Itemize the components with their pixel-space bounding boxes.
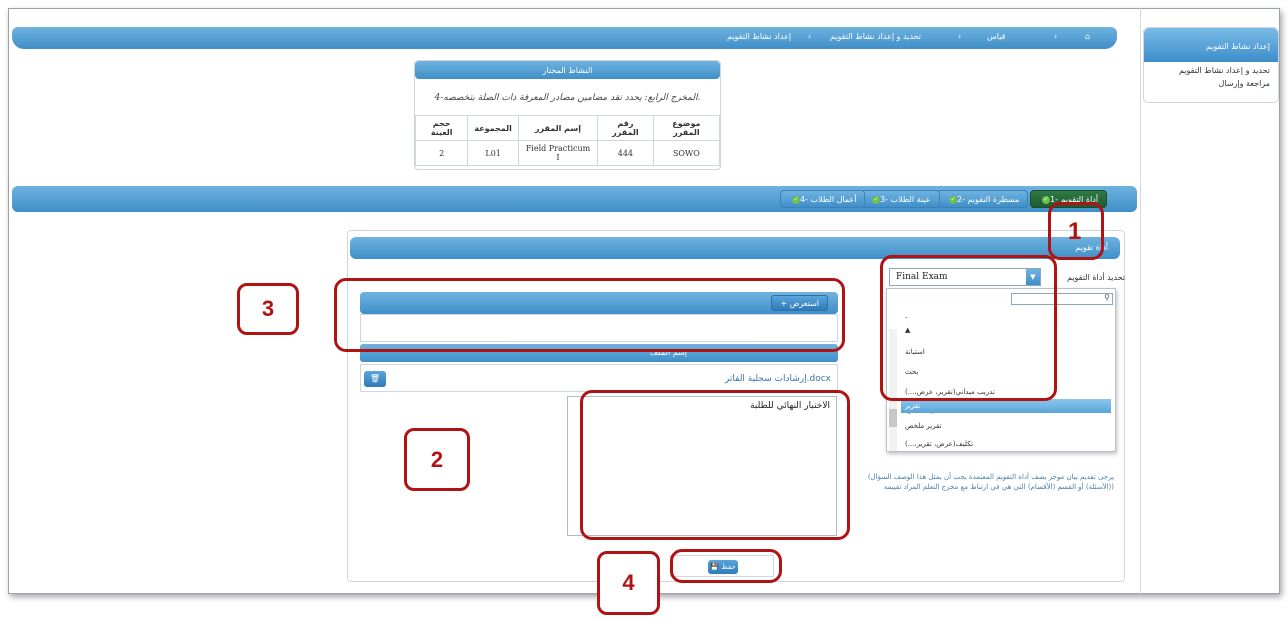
table-header: موضوع المقرر — [652, 115, 721, 141]
breadcrumb-item-current: إعداد نشاط التقويم — [727, 32, 792, 41]
breadcrumb: ⌂ › قياس › تحديد و إعداد نشاط التقويم › … — [12, 27, 1117, 49]
selected-activity-title: النشاط المختار — [415, 61, 720, 79]
dropdown-option-highlighted[interactable]: تقرير — [901, 399, 1111, 413]
sidebar-item-review[interactable]: مراجعة وإرسال — [1144, 75, 1278, 88]
tab-label: 4- أعمال الطلاب — [800, 195, 857, 204]
table-header: حجم العينة — [414, 115, 469, 141]
delete-file-button[interactable]: 🗑 — [364, 371, 386, 387]
search-icon: ⚲ — [1104, 293, 1110, 302]
breadcrumb-separator-icon: › — [808, 32, 812, 41]
course-info-table: موضوع المقرر رقم المقرر إسم المقرر المجم… — [414, 115, 721, 166]
check-icon: ✓ — [792, 195, 800, 204]
home-icon[interactable]: ⌂ — [1085, 32, 1090, 41]
sidebar: إعداد نشاط التقويم تحديد و إعداد نشاط ال… — [1143, 27, 1279, 103]
table-cell: Field Practicum I — [517, 140, 599, 166]
sidebar-divider — [1140, 8, 1141, 594]
breadcrumb-item-measure[interactable]: قياس — [987, 32, 1005, 41]
tab-rubric[interactable]: ✓2- مسطرة التقويم — [937, 190, 1029, 208]
table-header: رقم المقرر — [597, 115, 654, 141]
breadcrumb-separator-icon: › — [958, 32, 962, 41]
dropdown-option[interactable]: تكليف(عرض، تقرير،...) — [901, 437, 1111, 451]
breadcrumb-item-setup[interactable]: تحديد و إعداد نشاط التقويم — [830, 32, 921, 41]
callout-box-2 — [580, 390, 850, 540]
callout-number-3: 3 — [237, 283, 299, 335]
check-icon: ✓ — [1042, 195, 1050, 204]
callout-number-1: 1 — [1068, 218, 1082, 245]
check-icon: ✓ — [949, 195, 957, 204]
dropdown-scroll-thumb[interactable] — [889, 409, 897, 427]
callout-box-save — [670, 549, 782, 583]
steps-tab-bar: ✓1- أداة التقويم ✓2- مسطرة التقويم ✓3- ع… — [12, 186, 1137, 212]
dropdown-option[interactable]: تقرير ملخص — [901, 419, 1111, 433]
tab-label: 3- عينة الطلاب — [880, 195, 931, 204]
callout-number-4: 4 — [597, 551, 660, 615]
tab-student-work[interactable]: ✓4- أعمال الطلاب — [780, 190, 866, 208]
tab-label: 2- مسطرة التقويم — [957, 195, 1020, 204]
selected-activity-card: النشاط المختار 4-المخرج الرابع: يحدد نقد… — [414, 60, 721, 170]
callout-number-2: 2 — [404, 428, 470, 491]
table-row: 🗑 إرشادات سجلية الفاتر.docx — [360, 364, 838, 392]
table-header: إسم المقرر — [517, 115, 599, 141]
table-cell: L01 — [467, 140, 519, 166]
help-text: (يرجى تقديم بيان موجز يصف أداة التقويم ا… — [867, 473, 1114, 491]
tab-student-sample[interactable]: ✓3- عينة الطلاب — [860, 190, 940, 208]
check-icon: ✓ — [872, 195, 880, 204]
table-cell: SOWO — [652, 140, 721, 166]
callout-box-dropdown — [880, 255, 1057, 401]
callout-box-3 — [334, 278, 845, 352]
table-header: المجموعة — [467, 115, 519, 141]
breadcrumb-separator-icon: › — [1054, 32, 1058, 41]
sidebar-header: إعداد نشاط التقويم — [1144, 28, 1278, 62]
file-link[interactable]: إرشادات سجلية الفاتر.docx — [725, 374, 831, 384]
sidebar-item-setup[interactable]: تحديد و إعداد نشاط التقويم — [1144, 62, 1278, 75]
table-row: SOWO 444 Field Practicum I L01 2 — [414, 140, 721, 166]
table-cell: 2 — [414, 140, 469, 166]
table-cell: 444 — [597, 140, 654, 166]
selected-activity-description: 4-المخرج الرابع: يحدد نقد مضامين مصادر ا… — [434, 93, 701, 103]
tool-select-label: تحديد أداة التقويم — [1067, 273, 1126, 282]
